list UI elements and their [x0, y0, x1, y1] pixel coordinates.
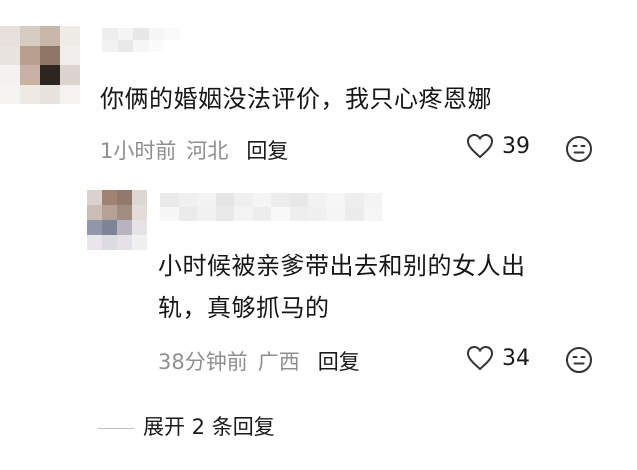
- username-pixelated[interactable]: [102, 28, 180, 52]
- mosaic-cell: [102, 190, 117, 205]
- mosaic-cell: [363, 193, 382, 207]
- mosaic-cell: [117, 235, 132, 250]
- mosaic-cell: [215, 207, 234, 221]
- mosaic-cell: [252, 193, 271, 207]
- reply-text-line-1: 小时候被亲爹带出去和别的女人出: [158, 252, 526, 280]
- like-count: 34: [502, 345, 530, 371]
- mosaic-cell: [178, 207, 197, 221]
- mosaic-cell: [102, 220, 117, 235]
- mosaic-cell: [308, 207, 327, 221]
- mosaic-cell: [117, 205, 132, 220]
- mosaic-cell: [102, 205, 117, 220]
- mosaic-cell: [60, 26, 80, 46]
- mosaic-cell: [326, 193, 345, 207]
- mosaic-cell: [160, 193, 179, 207]
- mosaic-cell: [60, 84, 80, 104]
- mosaic-cell: [117, 40, 134, 52]
- mosaic-cell: [326, 207, 345, 221]
- mosaic-cell: [20, 84, 40, 104]
- mosaic-cell: [271, 207, 290, 221]
- like-button[interactable]: 34: [466, 345, 530, 371]
- mosaic-cell: [117, 220, 132, 235]
- mosaic-cell: [0, 65, 20, 85]
- mosaic-cell: [102, 40, 118, 52]
- mosaic-cell: [0, 84, 20, 104]
- mosaic-cell: [234, 207, 253, 221]
- comment-time: 1小时前: [100, 139, 177, 163]
- mosaic-cell: [178, 193, 197, 207]
- mosaic-cell: [289, 207, 308, 221]
- comment-meta: 1小时前 河北 回复: [100, 135, 288, 165]
- username-pixelated[interactable]: [160, 193, 382, 221]
- mosaic-cell: [132, 190, 147, 205]
- mosaic-cell: [132, 205, 147, 220]
- reply-meta: 38分钟前 广西 回复: [158, 346, 360, 376]
- mosaic-cell: [160, 207, 179, 221]
- reply-button[interactable]: 回复: [318, 350, 360, 374]
- comment-location: 河北: [186, 139, 229, 163]
- mosaic-cell: [164, 28, 180, 40]
- mosaic-cell: [117, 190, 132, 205]
- comment-text: 你俩的婚姻没法评价，我只心疼恩娜: [100, 85, 492, 113]
- heart-icon: [466, 133, 494, 159]
- mosaic-cell: [117, 28, 134, 40]
- mosaic-cell: [197, 193, 216, 207]
- mosaic-cell: [87, 235, 102, 250]
- heart-icon: [466, 345, 494, 371]
- mosaic-cell: [87, 220, 102, 235]
- mosaic-cell: [60, 45, 80, 65]
- mosaic-cell: [197, 207, 216, 221]
- mosaic-cell: [102, 235, 117, 250]
- mosaic-cell: [87, 190, 102, 205]
- dislike-face-icon[interactable]: [565, 135, 593, 163]
- like-count: 39: [502, 133, 530, 159]
- mosaic-cell: [40, 26, 60, 46]
- mosaic-cell: [20, 45, 40, 65]
- mosaic-cell: [363, 207, 382, 221]
- mosaic-cell: [215, 193, 234, 207]
- mosaic-cell: [20, 65, 40, 85]
- mosaic-cell: [148, 28, 165, 40]
- mosaic-cell: [289, 193, 308, 207]
- expand-replies-button[interactable]: 展开 2 条回复: [143, 411, 275, 441]
- mosaic-cell: [133, 28, 149, 40]
- reply-text-line-2: 轨，真够抓马的: [158, 294, 330, 322]
- mosaic-cell: [0, 45, 20, 65]
- like-button[interactable]: 39: [466, 133, 530, 159]
- mosaic-cell: [40, 45, 60, 65]
- mosaic-cell: [164, 40, 180, 52]
- avatar[interactable]: [87, 190, 147, 250]
- mosaic-cell: [308, 193, 327, 207]
- mosaic-cell: [345, 193, 364, 207]
- reply-location: 广西: [257, 350, 300, 374]
- reply-time: 38分钟前: [158, 350, 248, 374]
- mosaic-cell: [271, 193, 290, 207]
- mosaic-cell: [40, 84, 60, 104]
- mosaic-cell: [133, 40, 149, 52]
- avatar[interactable]: [0, 26, 80, 104]
- dislike-face-icon[interactable]: [565, 346, 593, 374]
- mosaic-cell: [234, 193, 253, 207]
- mosaic-cell: [132, 235, 147, 250]
- mosaic-cell: [40, 65, 60, 85]
- reply-button[interactable]: 回复: [246, 139, 288, 163]
- expand-divider: [98, 428, 134, 429]
- mosaic-cell: [345, 207, 364, 221]
- mosaic-cell: [87, 205, 102, 220]
- mosaic-cell: [60, 65, 80, 85]
- mosaic-cell: [252, 207, 271, 221]
- mosaic-cell: [20, 26, 40, 46]
- mosaic-cell: [0, 26, 20, 46]
- mosaic-cell: [102, 28, 118, 40]
- mosaic-cell: [132, 220, 147, 235]
- mosaic-cell: [148, 40, 165, 52]
